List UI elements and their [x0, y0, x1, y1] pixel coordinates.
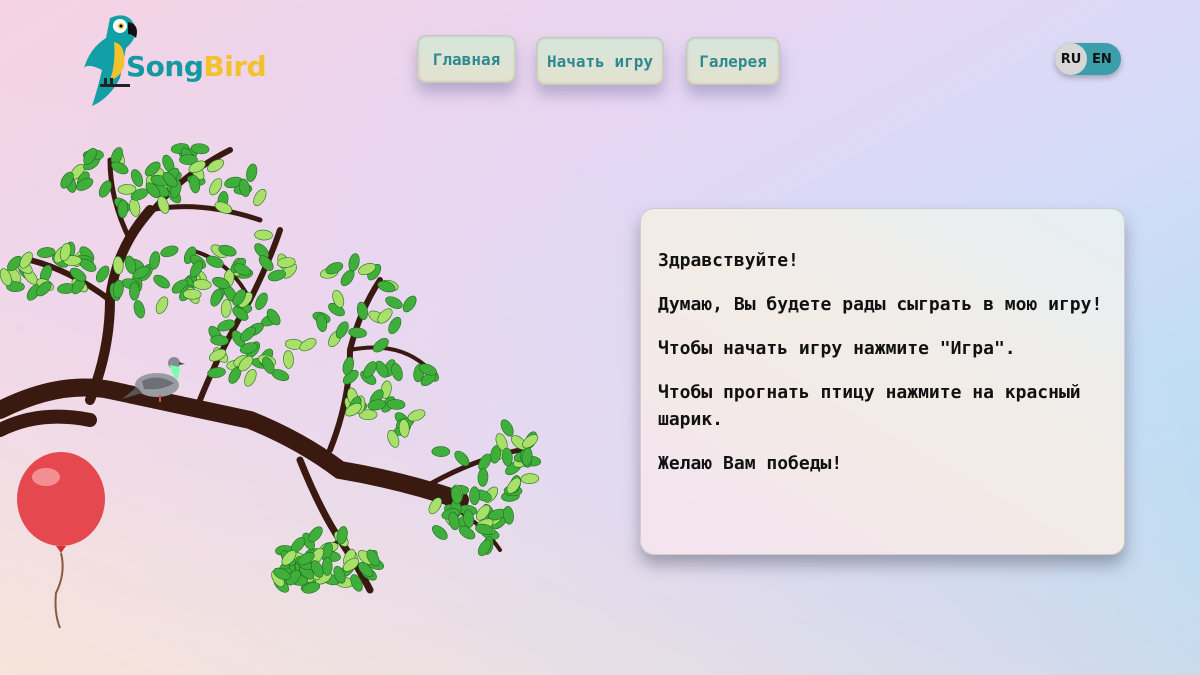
leaf	[477, 468, 489, 487]
nav-gallery-button[interactable]: Галерея	[686, 37, 780, 85]
leaf	[192, 279, 212, 290]
leaf	[246, 163, 258, 182]
leaf	[153, 274, 170, 289]
lang-en-option[interactable]: EN	[1092, 43, 1112, 75]
wish-text: Желаю Вам победы!	[658, 453, 843, 474]
tree-branch-illustration	[0, 143, 542, 629]
leaf	[385, 296, 403, 309]
welcome-card: Здравствуйте! Думаю, Вы будете рады сыгр…	[640, 208, 1125, 555]
leaf	[283, 350, 294, 369]
balloon-instruction-text: Чтобы прогнать птицу нажмите на красный …	[658, 382, 1081, 430]
leaf	[372, 338, 389, 353]
leaf	[129, 281, 140, 301]
leaf	[155, 296, 169, 314]
start-instruction-text: Чтобы начать игру нажмите "Игра".	[658, 338, 1016, 359]
red-balloon-icon[interactable]	[17, 452, 105, 629]
leaf	[431, 446, 451, 457]
leaf	[469, 486, 480, 506]
leaf	[321, 557, 333, 576]
intro-text: Думаю, Вы будете рады сыграть в мою игру…	[658, 294, 1103, 315]
leaf	[133, 300, 145, 319]
language-toggle[interactable]: RU EN	[1055, 43, 1121, 75]
leaf	[520, 473, 540, 484]
leaf	[402, 295, 417, 313]
leaf	[253, 189, 267, 206]
nav-home-button[interactable]: Главная	[417, 35, 516, 83]
nav-start-game-button[interactable]: Начать игру	[536, 37, 664, 85]
leaf	[160, 245, 179, 258]
leaf	[432, 525, 448, 540]
greeting-text: Здравствуйте!	[658, 250, 799, 271]
lang-ru-option[interactable]: RU	[1055, 43, 1087, 75]
leaf	[254, 229, 273, 241]
leaf	[299, 338, 317, 352]
logo-text: SongBird	[126, 50, 267, 83]
leaf	[220, 299, 232, 318]
logo[interactable]: SongBird	[80, 8, 267, 108]
